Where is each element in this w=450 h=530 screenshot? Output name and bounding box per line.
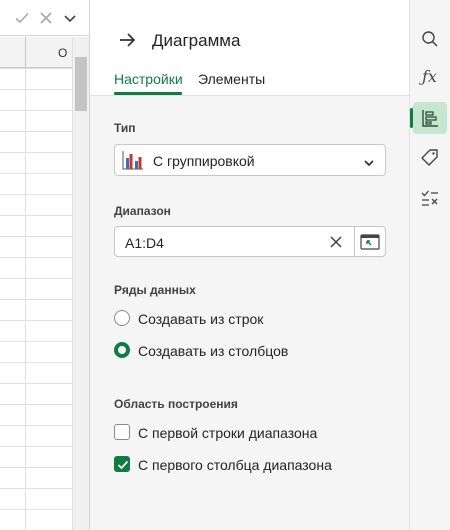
checkmark-icon	[117, 460, 129, 470]
radio-from-columns-label[interactable]: Создавать из столбцов	[138, 343, 288, 359]
radio-from-columns[interactable]	[114, 342, 130, 358]
tab-elements[interactable]: Элементы	[198, 71, 265, 87]
checklist-icon	[421, 190, 438, 206]
pane-header: Диаграмма Настройки Элементы	[90, 0, 410, 96]
column-letter[interactable]: O	[58, 46, 67, 60]
arrow-right-icon[interactable]	[118, 31, 138, 49]
search-icon	[422, 31, 438, 47]
chart-settings-pane: Диаграмма Настройки Элементы Тип С групп…	[89, 0, 410, 530]
tab-settings[interactable]: Настройки	[114, 71, 183, 87]
checkbox-first-row-label[interactable]: С первой строки диапазона	[138, 425, 317, 441]
side-toolbar: ƒx	[409, 0, 450, 530]
pane-title: Диаграмма	[152, 31, 241, 50]
tag-button[interactable]	[413, 142, 447, 174]
cell-grid[interactable]	[0, 68, 72, 530]
close-icon[interactable]	[37, 9, 55, 27]
formula-bar	[0, 0, 89, 36]
chart-type-value: С группировкой	[153, 153, 255, 169]
chart-settings-icon	[422, 110, 438, 127]
chevron-down-icon[interactable]	[61, 9, 79, 27]
radio-from-rows-label[interactable]: Создавать из строк	[138, 311, 263, 327]
checkbox-first-row[interactable]	[114, 424, 130, 440]
function-icon: ƒx	[422, 67, 437, 86]
chevron-down-icon	[363, 155, 375, 167]
data-range-input[interactable]: A1:D4	[114, 226, 386, 257]
data-range-value[interactable]: A1:D4	[125, 235, 164, 251]
tag-icon	[421, 149, 438, 166]
clustered-column-chart-icon	[122, 150, 144, 170]
scrollbar-thumb[interactable]	[75, 57, 87, 111]
checkbox-first-column-label[interactable]: С первого столбца диапазона	[138, 457, 332, 473]
clear-icon[interactable]	[329, 235, 343, 249]
chart-type-dropdown[interactable]: С группировкой	[114, 144, 386, 176]
checklist-button[interactable]	[413, 182, 447, 214]
spreadsheet-area: O	[0, 0, 89, 530]
select-range-icon[interactable]	[360, 234, 380, 250]
series-label: Ряды данных	[114, 283, 196, 297]
active-tab-indicator	[114, 92, 182, 95]
checkbox-first-column[interactable]	[114, 456, 130, 472]
plot-area-label: Область построения	[114, 397, 238, 411]
range-label: Диапазон	[114, 204, 171, 218]
type-label: Тип	[114, 121, 136, 135]
field-divider	[354, 227, 355, 256]
chart-settings-button[interactable]	[410, 102, 447, 134]
column-separator	[25, 37, 26, 68]
function-button[interactable]: ƒx	[413, 62, 447, 94]
vertical-scrollbar[interactable]	[72, 37, 89, 530]
search-button[interactable]	[413, 23, 447, 55]
check-icon[interactable]	[13, 9, 31, 27]
radio-from-rows[interactable]	[114, 310, 130, 326]
